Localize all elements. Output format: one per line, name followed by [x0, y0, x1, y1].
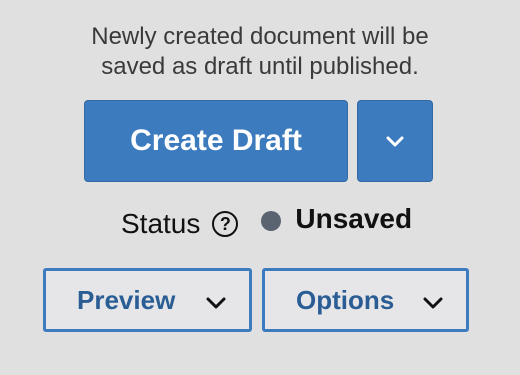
- help-text-line-2: saved as draft until published.: [101, 53, 419, 80]
- preview-label: Preview: [77, 284, 176, 315]
- help-text-line-1: Newly created document will be: [91, 23, 429, 50]
- status-indicator-dot: [261, 211, 282, 231]
- options-button[interactable]: Options: [262, 268, 469, 332]
- question-icon[interactable]: ?: [212, 211, 239, 237]
- draft-help-text: Newly created document will be saved as …: [0, 22, 520, 82]
- status-row: Status ? Unsaved: [121, 203, 413, 244]
- chevron-down-icon: [386, 136, 404, 147]
- publish-panel: Newly created document will be saved as …: [0, 0, 520, 375]
- chevron-down-icon: [206, 297, 226, 309]
- create-draft-button[interactable]: Create Draft: [84, 100, 348, 182]
- preview-button[interactable]: Preview: [43, 268, 252, 332]
- chevron-down-icon: [423, 297, 443, 309]
- create-draft-label: Create Draft: [130, 124, 302, 157]
- create-options-dropdown-button[interactable]: [357, 100, 433, 182]
- status-label: Status: [121, 208, 201, 239]
- options-label: Options: [296, 284, 395, 315]
- status-value: Unsaved: [295, 203, 413, 234]
